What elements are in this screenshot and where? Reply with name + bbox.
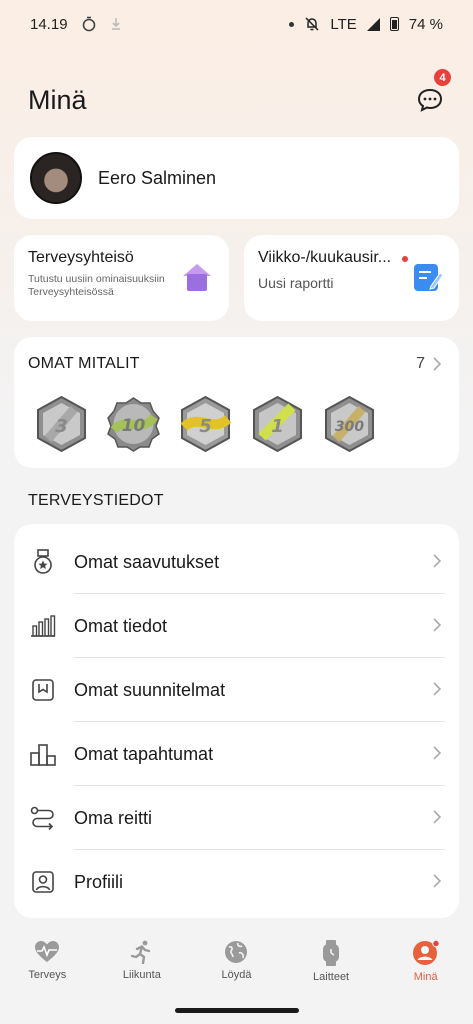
medal-badge-icon[interactable]: 10 <box>106 395 161 453</box>
page-title: Minä <box>28 84 87 115</box>
menu-item-label: Profiili <box>74 871 124 892</box>
nav-item-health[interactable]: Terveys <box>0 932 95 996</box>
messages-badge: 4 <box>434 69 451 86</box>
chevron-right-icon <box>433 554 441 568</box>
chevron-right-icon <box>433 682 441 696</box>
profile-icon <box>32 871 54 893</box>
report-edit-icon <box>414 264 444 291</box>
chevron-right-icon <box>433 746 441 760</box>
medals-card[interactable]: OMAT MITALIT 7 3 10 5 1 300 <box>14 337 459 468</box>
status-bar: 14.19 LTE 74 % <box>0 0 473 48</box>
medal-value: 5 <box>199 416 212 437</box>
profile-name: Eero Salminen <box>98 167 217 188</box>
notification-dot-icon <box>289 21 295 27</box>
nav-item-exercise[interactable]: Liikunta <box>95 932 190 996</box>
medal-badge-icon[interactable]: 5 <box>178 395 233 453</box>
menu-item-achievements[interactable]: Omat saavutukset <box>14 530 459 594</box>
plan-icon <box>32 679 54 701</box>
chevron-right-icon <box>433 618 441 632</box>
menu-item-label: Omat saavutukset <box>74 551 220 572</box>
nav-item-devices[interactable]: Laitteet <box>284 932 379 996</box>
bottom-nav: Terveys Liikunta Löydä Laitteet Minä <box>0 932 473 996</box>
medal-value: 300 <box>335 419 364 435</box>
medal-badge-icon[interactable]: 1 <box>250 395 305 453</box>
nav-label: Minä <box>413 971 438 983</box>
report-title: Viikko-/kuukausir... <box>258 249 392 266</box>
stopwatch-icon <box>82 16 95 32</box>
community-card[interactable]: Terveysyhteisö Tutustu uusiin ominaisuuk… <box>14 235 229 321</box>
nav-item-me[interactable]: Minä <box>378 932 473 996</box>
medals-count-value: 7 <box>416 355 425 372</box>
home-indicator[interactable] <box>175 1008 299 1013</box>
medal-value: 3 <box>55 416 68 437</box>
nav-label: Liikunta <box>122 969 161 981</box>
network-type: LTE <box>330 15 357 33</box>
status-time: 14.19 <box>30 15 68 33</box>
avatar <box>30 152 82 204</box>
report-card[interactable]: Viikko-/kuukausir... Uusi raportti <box>244 235 459 321</box>
medals-row: 3 10 5 1 300 <box>34 395 377 453</box>
medal-value: 1 <box>271 416 284 437</box>
community-subtitle: Tutustu uusiin ominaisuuksiin Terveysyht… <box>28 273 165 299</box>
medal-badge-icon[interactable]: 300 <box>322 395 377 453</box>
medal-value: 10 <box>122 416 146 436</box>
medal-badge-icon[interactable]: 3 <box>34 395 89 453</box>
nav-item-discover[interactable]: Löydä <box>189 932 284 996</box>
chevron-right-icon <box>433 874 441 888</box>
user-icon <box>412 940 440 965</box>
running-icon <box>130 940 151 964</box>
health-menu-list: Omat saavutukset Omat tiedot Omat suunni… <box>14 524 459 918</box>
chat-bubble-icon <box>417 88 443 112</box>
bar-chart-icon <box>31 615 56 637</box>
chevron-right-icon <box>433 810 441 824</box>
heart-rate-icon <box>35 941 60 962</box>
house-icon <box>183 264 211 291</box>
menu-item-label: Omat suunnitelmat <box>74 679 226 700</box>
medals-count[interactable]: 7 <box>416 355 441 373</box>
health-section-title: TERVEYSTIEDOT <box>28 492 164 509</box>
menu-item-route[interactable]: Oma reitti <box>14 786 459 850</box>
chevron-right-icon <box>433 357 441 371</box>
menu-item-label: Omat tiedot <box>74 615 168 636</box>
podium-icon <box>30 744 56 766</box>
nav-label: Laitteet <box>313 971 350 983</box>
medal-icon <box>34 549 52 574</box>
nav-label: Löydä <box>221 969 252 981</box>
route-icon <box>30 806 54 830</box>
header: Minä 4 <box>28 69 451 120</box>
menu-item-events[interactable]: Omat tapahtumat <box>14 722 459 786</box>
menu-item-plans[interactable]: Omat suunnitelmat <box>14 658 459 722</box>
menu-item-label: Omat tapahtumat <box>74 743 214 764</box>
report-unread-dot <box>402 256 408 262</box>
nav-label: Terveys <box>28 969 67 981</box>
menu-item-profile[interactable]: Profiili <box>14 850 459 914</box>
menu-item-label: Oma reitti <box>74 807 153 828</box>
globe-icon <box>225 941 248 963</box>
medals-title: OMAT MITALIT <box>28 355 140 372</box>
download-icon <box>111 18 120 30</box>
battery-level: 74 % <box>408 15 443 33</box>
messages-button[interactable]: 4 <box>415 69 451 115</box>
signal-icon <box>366 17 380 31</box>
battery-icon <box>389 17 399 31</box>
profile-card[interactable]: Eero Salminen <box>14 137 459 219</box>
watch-icon <box>323 940 340 966</box>
bell-off-icon <box>305 17 319 31</box>
menu-item-my-data[interactable]: Omat tiedot <box>14 594 459 658</box>
